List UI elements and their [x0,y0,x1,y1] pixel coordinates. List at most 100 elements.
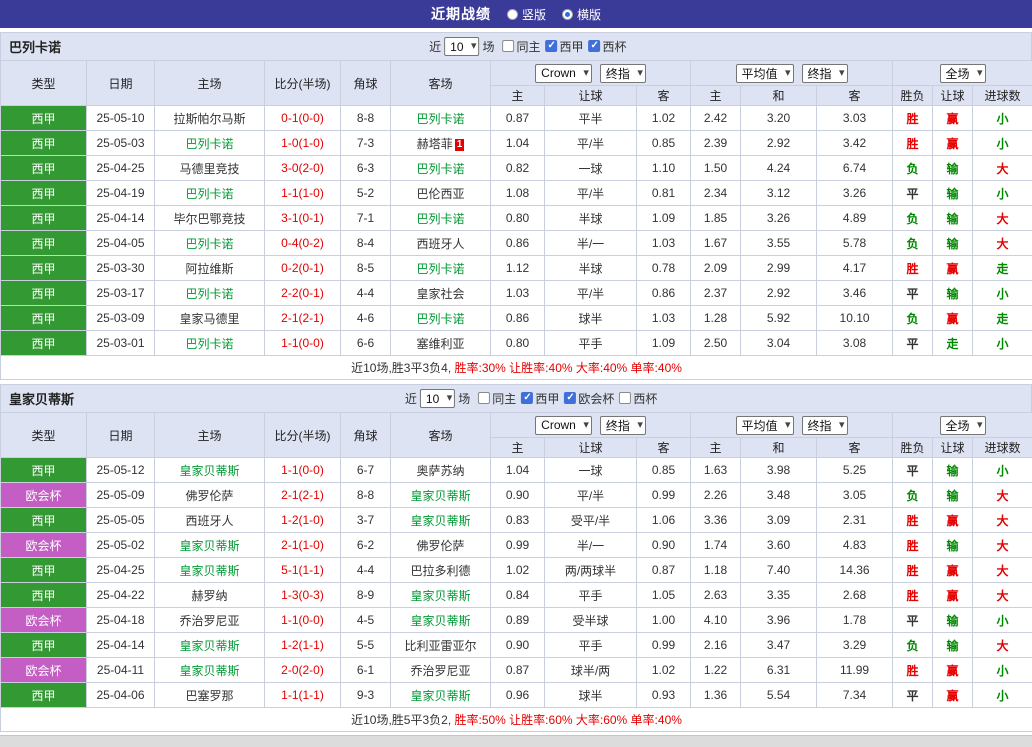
handicap-away-odds: 1.06 [637,508,691,533]
home-team-cell: 马德里竞技 [155,156,265,181]
league-badge: 西甲 [1,131,87,156]
checkbox-label: 同主 [492,390,516,407]
avg-away-odds: 2.31 [817,508,893,533]
handicap-result: 输 [933,458,973,483]
handicap-result: 输 [933,281,973,306]
home-team[interactable]: 巴列卡诺 [185,337,233,351]
avg-home-odds: 1.67 [691,231,741,256]
match-score: 1-0(1-0) [265,131,341,156]
league-filter-checkbox[interactable]: 西甲 [546,38,584,55]
away-team[interactable]: 巴列卡诺 [416,262,464,276]
col-header-avg-away: 客 [817,86,893,106]
fullmatch-group: 全场 [893,413,1032,438]
fullmatch-select[interactable]: 全场 [940,64,986,83]
away-team-cell: 巴列卡诺 [391,306,491,331]
league-filter-checkbox[interactable]: 西甲 [521,390,559,407]
col-header-handicap-line: 让球 [545,86,637,106]
match-score: 1-3(0-3) [265,583,341,608]
match-row: 西甲25-04-19巴列卡诺1-1(1-0)5-2巴伦西亚1.08平/半0.81… [1,181,1032,206]
handicap-result: 输 [933,181,973,206]
average-select[interactable]: 平均值 [736,64,794,83]
corner-score: 9-3 [341,683,391,708]
away-team[interactable]: 巴列卡诺 [416,312,464,326]
match-score: 2-1(1-0) [265,533,341,558]
home-team-cell: 阿拉维斯 [155,256,265,281]
fullmatch-group: 全场 [893,61,1032,86]
away-team[interactable]: 皇家贝蒂斯 [410,489,470,503]
fullmatch-select[interactable]: 全场 [940,416,986,435]
away-team: 佛罗伦萨 [416,539,464,553]
handicap-result: 输 [933,633,973,658]
checkbox-unchecked-icon [619,392,631,404]
match-score: 3-0(2-0) [265,156,341,181]
col-header-away: 客场 [391,413,491,458]
match-result: 胜 [893,658,933,683]
away-team[interactable]: 巴列卡诺 [416,212,464,226]
avg-home-odds: 1.22 [691,658,741,683]
page-bottom-strip [0,735,1032,747]
view-mode-horizontal[interactable]: 横版 [562,6,601,23]
league-filter-checkbox[interactable]: 西杯 [619,390,657,407]
handicap-home-odds: 1.04 [491,458,545,483]
match-row: 西甲25-04-25马德里竞技3-0(2-0)6-3巴列卡诺0.82一球1.10… [1,156,1032,181]
home-team-cell: 皇家贝蒂斯 [155,658,265,683]
odds-source-select[interactable]: Crown [535,64,592,83]
home-team[interactable]: 巴列卡诺 [185,137,233,151]
corner-score: 8-9 [341,583,391,608]
recent-count-select[interactable]: 10 [444,37,479,56]
league-filter-checkbox[interactable]: 欧会杯 [564,390,614,407]
handicap-away-odds: 0.99 [637,483,691,508]
league-filter-checkbox[interactable]: 同主 [503,38,541,55]
avg-draw-odds: 4.24 [741,156,817,181]
home-team[interactable]: 皇家贝蒂斯 [179,464,239,478]
average-stage-select[interactable]: 终指 [802,416,848,435]
corner-score: 6-2 [341,533,391,558]
odds-stage-select[interactable]: 终指 [600,64,646,83]
view-mode-vertical[interactable]: 竖版 [507,6,546,23]
away-team[interactable]: 皇家贝蒂斯 [410,514,470,528]
handicap-line: 平手 [545,633,637,658]
average-select[interactable]: 平均值 [736,416,794,435]
league-filter-checkbox[interactable]: 同主 [478,390,516,407]
home-team[interactable]: 皇家贝蒂斯 [179,639,239,653]
corner-score: 6-7 [341,458,391,483]
avg-away-odds: 3.08 [817,331,893,356]
avg-home-odds: 1.63 [691,458,741,483]
match-row: 西甲25-03-01巴列卡诺1-1(0-0)6-6塞维利亚0.80平手1.092… [1,331,1032,356]
match-date: 25-04-25 [87,558,155,583]
match-row: 西甲25-03-09皇家马德里2-1(2-1)4-6巴列卡诺0.86球半1.03… [1,306,1032,331]
home-team[interactable]: 皇家贝蒂斯 [179,564,239,578]
away-team[interactable]: 巴列卡诺 [416,112,464,126]
avg-draw-odds: 3.09 [741,508,817,533]
away-team[interactable]: 巴列卡诺 [416,162,464,176]
average-stage-select[interactable]: 终指 [802,64,848,83]
away-team-cell: 皇家社会 [391,281,491,306]
home-team[interactable]: 皇家贝蒂斯 [179,539,239,553]
league-filter-checkbox[interactable]: 西杯 [589,38,627,55]
away-team: 皇家社会 [416,287,464,301]
away-team[interactable]: 皇家贝蒂斯 [410,589,470,603]
match-date: 25-04-06 [87,683,155,708]
match-result: 胜 [893,533,933,558]
league-badge: 西甲 [1,508,87,533]
home-team-cell: 皇家贝蒂斯 [155,533,265,558]
away-team[interactable]: 皇家贝蒂斯 [410,689,470,703]
col-header-score: 比分(半场) [265,413,341,458]
handicap-home-odds: 0.89 [491,608,545,633]
match-result: 负 [893,231,933,256]
home-team[interactable]: 巴列卡诺 [185,187,233,201]
odds-source-select[interactable]: Crown [535,416,592,435]
odds-stage-select[interactable]: 终指 [600,416,646,435]
handicap-line: 平手 [545,583,637,608]
home-team[interactable]: 巴列卡诺 [185,287,233,301]
match-row: 西甲25-04-14皇家贝蒂斯1-2(1-1)5-5比利亚雷亚尔0.90平手0.… [1,633,1032,658]
home-team[interactable]: 皇家贝蒂斯 [179,664,239,678]
home-team[interactable]: 巴列卡诺 [185,237,233,251]
recent-count-select[interactable]: 10 [420,389,455,408]
away-team[interactable]: 皇家贝蒂斯 [410,614,470,628]
home-team-cell: 皇家贝蒂斯 [155,558,265,583]
league-badge: 欧会杯 [1,483,87,508]
handicap-result: 赢 [933,558,973,583]
goals-result: 小 [973,331,1032,356]
match-row: 西甲25-05-03巴列卡诺1-0(1-0)7-3赫塔菲11.04平/半0.85… [1,131,1032,156]
